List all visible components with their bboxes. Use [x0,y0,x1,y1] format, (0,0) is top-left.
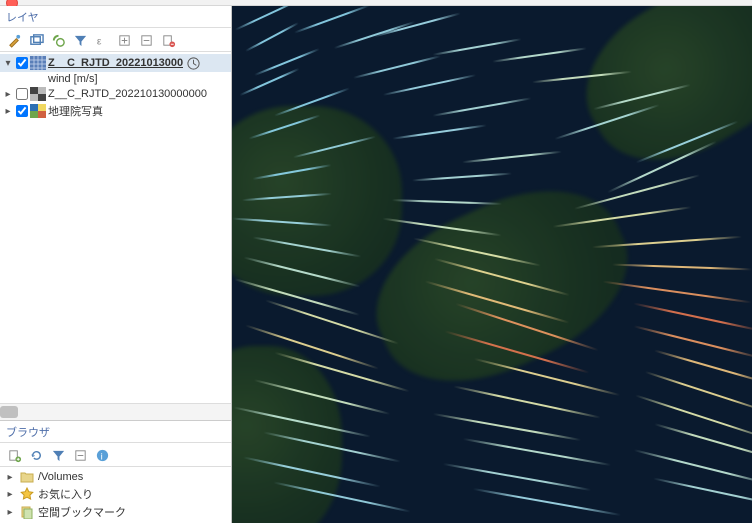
layer-symbol-icon [30,104,46,118]
layer-label: Z__C_RJTD_202210130000000 [48,88,207,100]
svg-text:ε: ε [96,36,101,47]
filter-legend-icon[interactable] [72,32,88,48]
wind-streamline [433,97,532,116]
scrollbar-thumb[interactable] [0,406,18,418]
collapse-all-icon[interactable] [138,32,154,48]
wind-streamline [453,385,600,418]
layer-visibility-checkbox[interactable] [16,105,28,117]
wind-streamline [353,55,441,79]
browser-item-label: /Volumes [38,471,83,483]
svg-text:i: i [100,451,102,461]
land-mass [232,346,342,523]
wind-streamline [433,38,522,56]
properties-icon[interactable]: i [94,447,110,463]
bookmark-icon [20,505,34,519]
browser-tree[interactable]: ▸ /Volumes ▸ お気に入り ▸ 空間ブックマーク [0,467,231,523]
wind-streamline [463,438,611,466]
main-area: レイヤ ε ▾ Z__C_RJTD_20221013000wind [m/s] ▸ Z… [0,6,752,523]
browser-item[interactable]: ▸ 空間ブックマーク [0,503,231,521]
add-group-icon[interactable] [28,32,44,48]
browser-toolbar: i [0,443,231,467]
wind-streamline [653,478,752,507]
expand-toggle[interactable]: ▸ [4,506,16,518]
expand-toggle[interactable]: ▸ [4,471,16,483]
filter-by-expression-icon[interactable]: ε [94,32,110,48]
expand-all-icon[interactable] [116,32,132,48]
wind-streamline [433,413,581,441]
style-icon[interactable] [6,32,22,48]
land-mass [559,6,752,191]
layer-visibility-checkbox[interactable] [16,88,28,100]
expand-toggle[interactable]: ▸ [4,488,16,500]
browser-item-label: 空間ブックマーク [38,504,126,520]
layer-visibility-checkbox[interactable] [16,57,28,69]
manage-map-themes-icon[interactable] [50,32,66,48]
browser-item[interactable]: ▸ /Volumes [0,469,231,485]
layers-panel-title: レイヤ [0,6,231,28]
wind-streamline [633,303,752,332]
map-canvas[interactable] [232,6,752,523]
expand-toggle[interactable]: ▸ [2,105,14,117]
wind-streamline [412,173,512,182]
browser-collapse-icon[interactable] [72,447,88,463]
layers-tree[interactable]: ▾ Z__C_RJTD_20221013000wind [m/s] ▸ Z__C_RJ… [0,52,231,403]
star-icon [20,487,34,501]
wind-streamline [474,358,620,396]
wind-streamline [634,449,752,485]
add-layer-icon[interactable] [6,447,22,463]
layer-row[interactable]: ▸ Z__C_RJTD_202210130000000 [0,86,231,102]
wind-streamline [634,325,752,358]
layer-child-label[interactable]: wind [m/s] [0,72,231,86]
layers-hscrollbar[interactable] [0,403,231,420]
wind-streamline [245,22,299,52]
layer-row[interactable]: ▾ Z__C_RJTD_20221013000 [0,54,231,72]
wind-streamline [392,199,502,205]
layer-symbol-icon [30,56,46,70]
app-window: レイヤ ε ▾ Z__C_RJTD_20221013000wind [m/s] ▸ Z… [0,0,752,523]
wind-streamline [612,264,752,271]
layer-row[interactable]: ▸ 地理院写真 [0,102,231,120]
browser-panel: ブラウザ i ▸ /Volumes ▸ お気に入り ▸ 空間ブックマーク [0,420,231,523]
wind-streamline [473,488,621,516]
browser-panel-title: ブラウザ [0,421,231,443]
wind-streamline [294,6,370,34]
browser-item[interactable]: ▸ お気に入り [0,485,231,503]
layer-symbol-icon [30,87,46,101]
layer-label: 地理院写真 [48,103,103,119]
wind-streamline [603,281,752,304]
layer-label: Z__C_RJTD_20221013000 [48,57,183,69]
layers-toolbar: ε [0,28,231,52]
folder-icon [20,470,34,484]
expand-toggle[interactable]: ▸ [2,88,14,100]
wind-streamline [462,151,562,163]
wind-streamline [383,74,476,96]
wind-streamline [392,124,486,139]
browser-filter-icon[interactable] [50,447,66,463]
wind-streamline [334,21,415,49]
remove-layer-icon[interactable] [160,32,176,48]
wind-streamline [373,12,460,37]
clock-icon [185,55,201,71]
expand-toggle[interactable]: ▾ [2,57,14,69]
wind-streamline [645,371,752,413]
wind-streamline [492,47,586,62]
wind-streamline [443,463,591,491]
left-sidebar: レイヤ ε ▾ Z__C_RJTD_20221013000wind [m/s] ▸ Z… [0,6,232,523]
browser-item-label: お気に入り [38,486,93,502]
refresh-icon[interactable] [28,447,44,463]
wind-streamline [239,68,299,96]
